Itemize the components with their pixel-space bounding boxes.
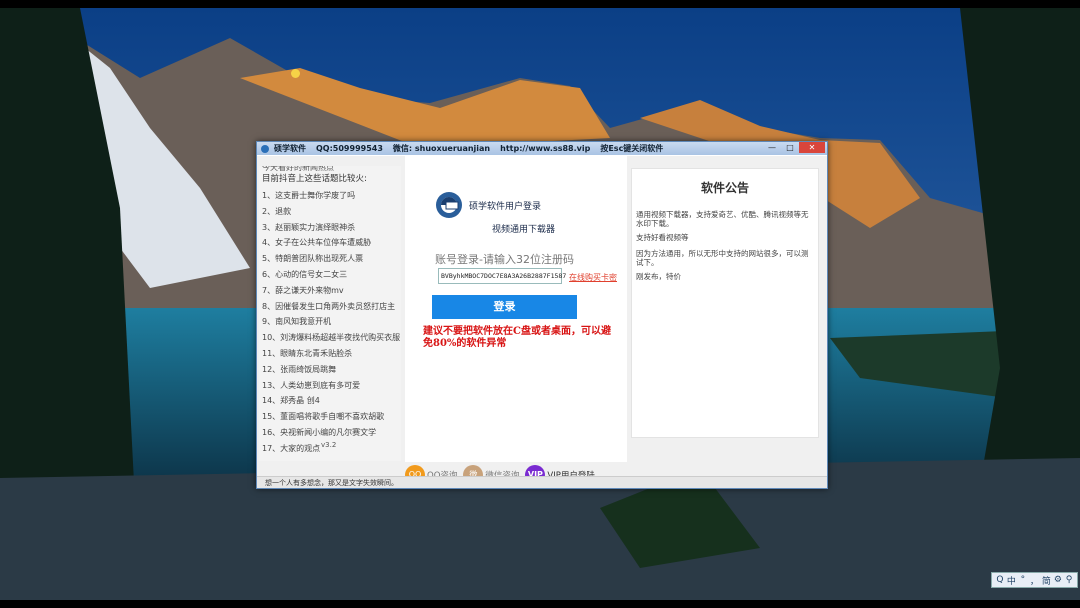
news-item[interactable]: 10、刘涛爆料杨超越半夜找代购买衣服 [259,330,401,346]
ime-punct[interactable]: ， [1030,574,1039,587]
app-window: 硕学软件 QQ:509999543 微信: shuoxueruanjian ht… [256,141,828,489]
brand-logo-icon [436,192,462,218]
news-heading: 目前抖音上这些话题比较火: [262,174,367,184]
esc-hint: 按Esc键关闭软件 [600,144,664,153]
news-item[interactable]: 15、董面唱将歌手自嘲不喜欢胡歌 [259,409,401,425]
app-icon [261,144,269,153]
news-item[interactable]: 4、女子在公共车位停车遭威胁 [259,235,401,251]
notice-panel: 软件公告 通用视频下载器，支持爱奇艺、优酷、腾讯视频等无水印下载。 支持好看视频… [631,168,819,438]
ime-width[interactable]: ° [1019,575,1027,585]
news-item[interactable]: 6、心动的信号女二女三 [259,267,401,283]
wechat-contact: 微信: shuoxueruanjian [392,144,491,153]
app-name: 硕学软件 [274,144,306,153]
mouse-cursor-highlight [291,69,300,78]
ime-simplified[interactable]: 简 [1042,574,1051,587]
title-bar[interactable]: 硕学软件 QQ:509999543 微信: shuoxueruanjian ht… [257,142,827,155]
notice-line: 刚发布，特价 [636,272,681,281]
ime-mode[interactable]: 中 [1007,574,1016,587]
news-item[interactable]: 9、南风知我意开机 [259,314,401,330]
ime-toolbar[interactable]: Q 中 ° ， 简 ⚙ ⚲ [990,572,1078,588]
login-panel: 硕学软件用户登录 视频通用下载器 账号登录-请输入32位注册码 BVByhkMB… [405,156,627,462]
notice-line: 因为方法通用，所以无形中支持的网站很多，可以测试下。 [636,249,809,267]
news-item[interactable]: 5、特朗普团队称出现死人票 [259,251,401,267]
news-item[interactable]: 2、退款 [259,204,401,220]
qq-contact: QQ:509999543 [316,144,383,153]
news-item[interactable]: 8、因催餐发生口角两外卖员怒打店主 [259,299,401,315]
news-item[interactable]: 1、这支爵士舞你学废了吗 [259,188,401,204]
website: http://www.ss88.vip [500,144,591,153]
news-item[interactable]: 3、赵丽颖实力演绎眼神杀 [259,220,401,236]
news-list: 1、这支爵士舞你学废了吗 2、退款 3、赵丽颖实力演绎眼神杀 4、女子在公共车位停车遭… [259,188,401,457]
news-item[interactable]: 14、郑秀晶 创4 [259,393,401,409]
buy-card-link[interactable]: 在线购买卡密 [569,272,617,283]
login-button[interactable]: 登录 [432,295,577,319]
ime-tools-icon[interactable]: ⚲ [1065,575,1073,585]
news-item[interactable]: 12、张雨绮饭局跳舞 [259,362,401,378]
maximize-button[interactable]: □ [781,142,799,153]
news-item[interactable]: 7、薛之谦天外来物mv [259,283,401,299]
warning-text: 建议不要把软件放在C盘或者桌面，可以避免80%的软件异常 [423,326,611,349]
ime-settings-icon[interactable]: ⚙ [1054,575,1062,585]
login-title: 硕学软件用户登录 [469,202,542,212]
close-button[interactable]: ✕ [799,142,825,153]
minimize-button[interactable]: — [763,142,781,153]
version-label: v3.2 [321,441,337,449]
registration-code-input[interactable]: BVByhkMBOC7DOC7E8A3A26B2887F1587 [438,268,566,284]
status-bar: 想一个人有多想念，那又是文字失效瞬间。 [257,476,827,488]
login-label: 账号登录-请输入32位注册码 [435,253,574,266]
notice-title: 软件公告 [700,181,749,195]
ime-logo-icon[interactable]: Q [996,575,1004,585]
window-content: 今天看好的新闻热点 目前抖音上这些话题比较火: 1、这支爵士舞你学废了吗 2、退款… [257,156,827,485]
login-subtitle: 视频通用下载器 [492,225,556,235]
news-item[interactable]: 16、央视新闻小编的凡尔赛文学 [259,425,401,441]
news-item[interactable]: 11、眼睛东北青禾贴脸杀 [259,346,401,362]
notice-line: 支持好看视频等 [636,233,689,242]
news-item[interactable]: 13、人类幼崽到底有多可爱 [259,378,401,394]
news-panel: 今天看好的新闻热点 目前抖音上这些话题比较火: 1、这支爵士舞你学废了吗 2、退款… [259,166,401,461]
notice-line: 通用视频下载器，支持爱奇艺、优酷、腾讯视频等无水印下载。 [636,210,809,228]
